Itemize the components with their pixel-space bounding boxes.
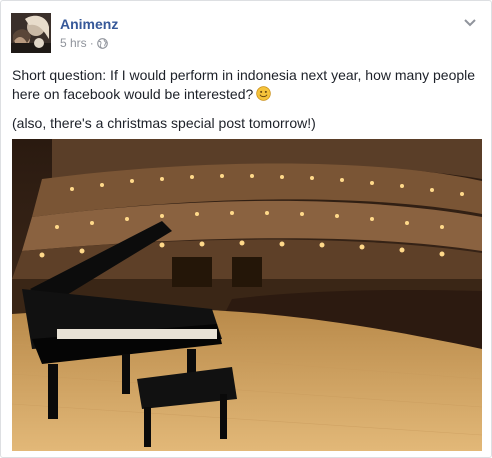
smiley-icon — [256, 86, 272, 101]
globe-icon[interactable] — [96, 37, 108, 49]
author-name[interactable]: Animenz — [60, 16, 118, 32]
chevron-down-icon[interactable] — [463, 15, 477, 27]
post-card: Animenz 5 hrs · Short question: If I wou… — [0, 0, 492, 458]
author-avatar[interactable] — [11, 13, 51, 53]
post-header: Animenz 5 hrs · — [11, 13, 481, 55]
post-timestamp[interactable]: 5 hrs — [60, 36, 87, 50]
post-photo[interactable] — [12, 139, 482, 451]
post-body: Short question: If I would perform in in… — [12, 66, 482, 143]
post-paragraph-question: Short question: If I would perform in in… — [12, 67, 476, 102]
post-paragraph-note: (also, there's a christmas special post … — [12, 115, 316, 131]
meta-separator: · — [89, 36, 94, 50]
post-meta: 5 hrs · — [60, 36, 108, 50]
